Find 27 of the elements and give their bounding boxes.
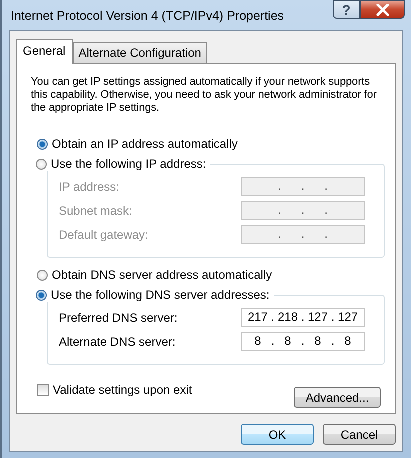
radio-label: Obtain DNS server address automatically bbox=[52, 268, 272, 282]
tab[interactable]: Alternate Configuration bbox=[72, 42, 208, 63]
close-button[interactable] bbox=[360, 0, 405, 19]
field-label: Subnet mask: bbox=[59, 204, 132, 218]
field-label: Preferred DNS server: bbox=[59, 310, 178, 324]
radio-button[interactable] bbox=[37, 270, 48, 280]
ip-address-field[interactable]: 217 . 218 . 127 . 127 bbox=[241, 308, 365, 327]
help-button[interactable]: ? bbox=[333, 0, 360, 19]
tab[interactable]: General bbox=[16, 39, 73, 64]
description-text: You can get IP settings assigned automatically if your network supports this capability. Otherwise, you need to ask your network administrator for the appropriate IP settings. bbox=[31, 76, 378, 115]
radio-button[interactable] bbox=[37, 138, 48, 150]
window-title: Internet Protocol Version 4 (TCP/IPv4) Properties bbox=[10, 8, 284, 23]
radio-label: Use the following DNS server addresses: bbox=[51, 288, 270, 302]
radio-label: Obtain an IP address automatically bbox=[52, 137, 238, 151]
field-label: IP address: bbox=[59, 180, 120, 194]
radio-button[interactable] bbox=[36, 158, 47, 170]
close-icon bbox=[376, 4, 390, 16]
radio-label: Use the following IP address: bbox=[51, 157, 206, 171]
radio-button[interactable] bbox=[36, 290, 47, 300]
advanced-button[interactable]: Advanced... bbox=[294, 387, 381, 408]
checkbox[interactable] bbox=[37, 384, 49, 396]
ip-address-field[interactable]: 8 . 8 . 8 . 8 bbox=[241, 332, 365, 351]
cancel-button[interactable]: Cancel bbox=[323, 424, 396, 445]
field-label: Default gateway: bbox=[59, 228, 148, 242]
field-label: Alternate DNS server: bbox=[59, 334, 176, 348]
checkbox-label: Validate settings upon exit bbox=[53, 383, 192, 397]
ok-button[interactable]: OK bbox=[241, 424, 314, 445]
